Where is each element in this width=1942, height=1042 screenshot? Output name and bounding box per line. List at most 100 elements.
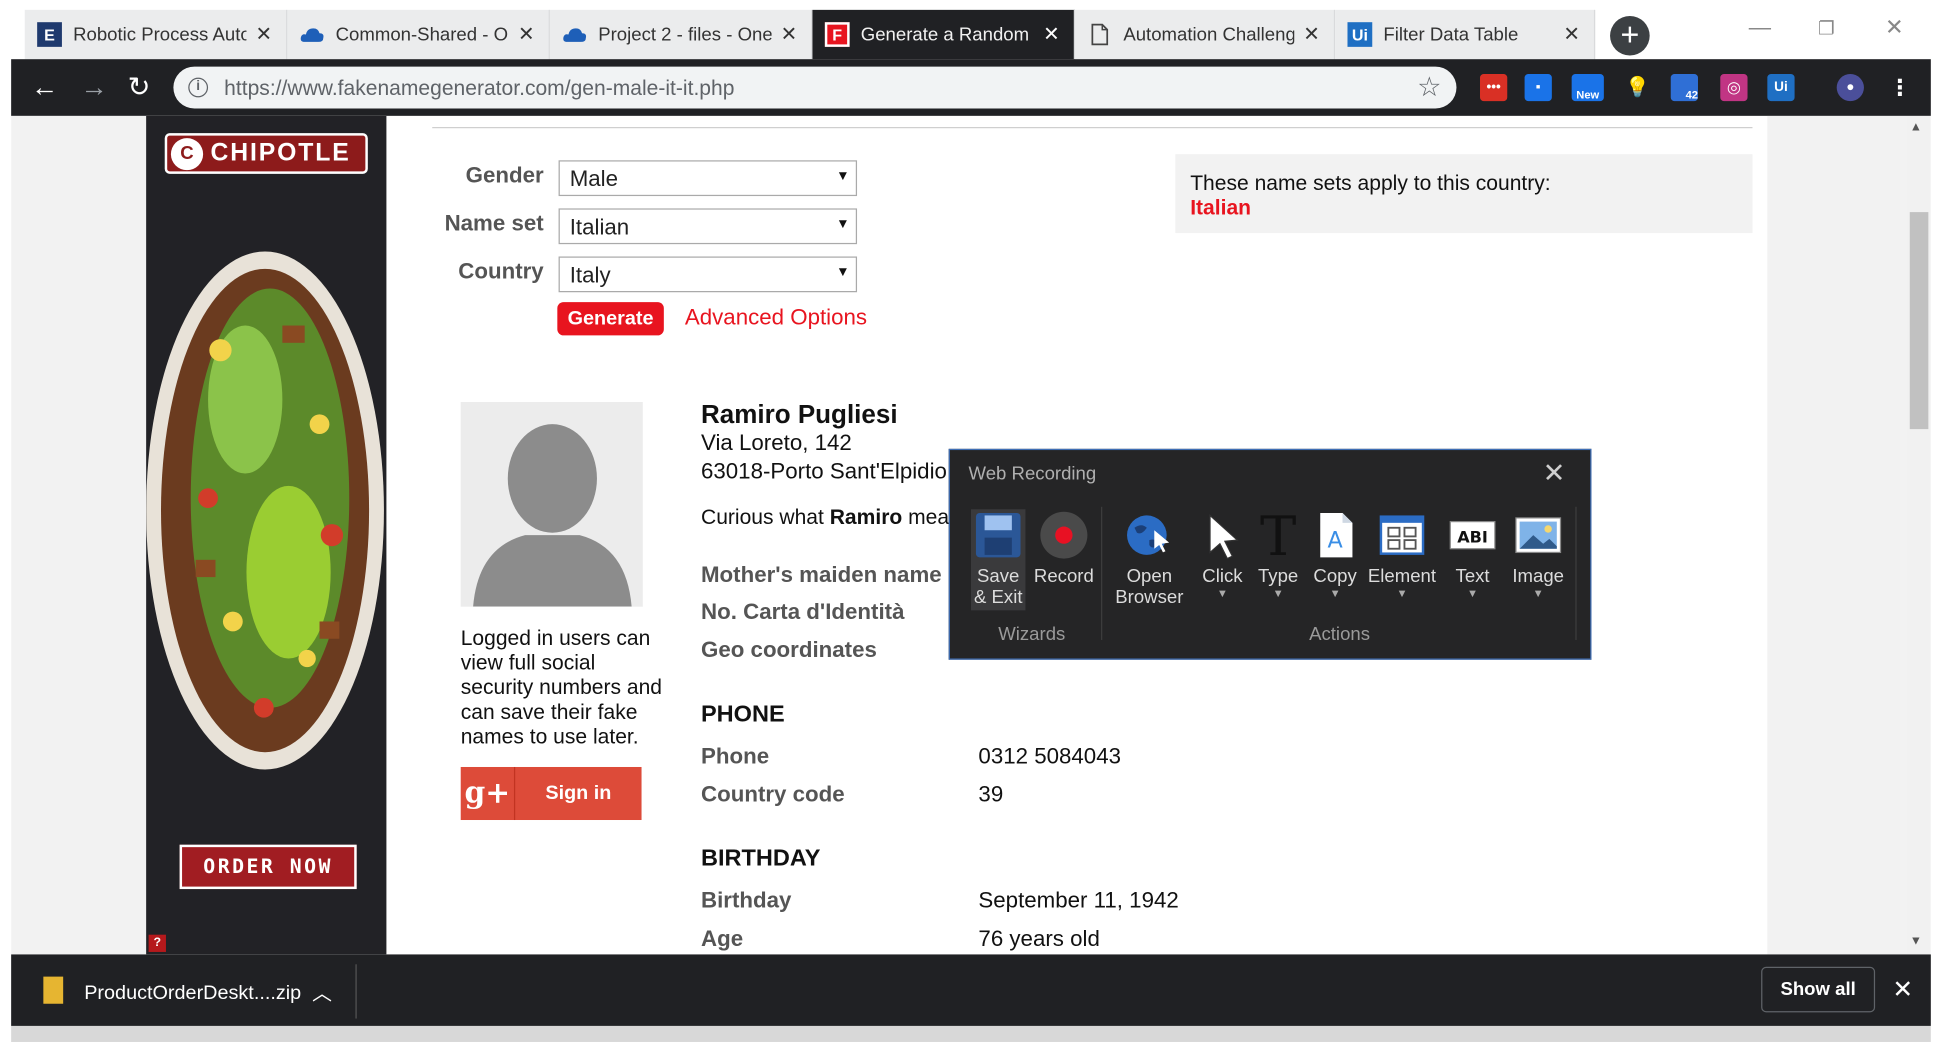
close-icon[interactable]: ✕	[1302, 22, 1322, 47]
info-icon[interactable]: i	[188, 77, 209, 98]
minimize-icon[interactable]: —	[1749, 15, 1771, 41]
tab-generate-random[interactable]: F Generate a Random ✕	[812, 9, 1076, 60]
address-bar[interactable]: i https://www.fakenamegenerator.com/gen-…	[173, 66, 1457, 109]
generate-button[interactable]: Generate	[557, 302, 664, 336]
tab-title: Robotic Process Auto	[73, 24, 247, 46]
restore-icon[interactable]: ❐	[1818, 17, 1835, 39]
mothers-maiden-name-label: Mother's maiden name	[700, 562, 942, 587]
phone-value: 0312 5084043	[978, 743, 1121, 769]
phone-heading: PHONE	[700, 701, 785, 728]
close-icon[interactable]: ✕	[1892, 974, 1913, 1005]
right-gutter	[1767, 115, 1907, 955]
click-button[interactable]: Click ▼	[1195, 509, 1249, 599]
tab-title: Common-Shared - O	[335, 24, 509, 46]
address-line-2: 63018-Porto Sant'Elpidio	[700, 458, 947, 484]
save-exit-button[interactable]: Save & Exit	[967, 509, 1029, 608]
onedrive-cloud-icon	[300, 22, 325, 47]
close-icon[interactable]: ✕	[1042, 22, 1062, 47]
close-icon[interactable]: ✕	[1562, 22, 1582, 47]
chevron-down-icon[interactable]: ▼	[1309, 587, 1361, 599]
bookmark-star-icon[interactable]: ☆	[1417, 72, 1441, 104]
image-button[interactable]: Image ▼	[1507, 509, 1569, 599]
document-icon	[1087, 22, 1112, 47]
record-icon	[1038, 509, 1090, 561]
close-icon[interactable]: ✕	[1543, 457, 1566, 489]
forward-arrow-icon[interactable]: →	[81, 72, 108, 104]
name-set-select[interactable]: Italian ▼	[558, 208, 858, 245]
scroll-down-icon[interactable]: ▼	[1910, 935, 1922, 949]
id-card-label: No. Carta d'Identità	[700, 599, 905, 624]
chipotle-ad[interactable]: C CHIPOTLE ORDER NOW	[146, 115, 387, 955]
extension-bulb-icon[interactable]: 💡	[1624, 74, 1651, 101]
name-set-info-box: These name sets apply to this country: I…	[1175, 154, 1753, 234]
chevron-down-icon[interactable]: ▼	[1444, 587, 1501, 599]
onedrive-cloud-icon	[562, 22, 587, 47]
chevron-down-icon[interactable]: ▼	[1507, 587, 1569, 599]
type-button[interactable]: T Type ▼	[1252, 509, 1304, 600]
country-code-label: Country code	[700, 781, 845, 807]
image-picture-icon	[1512, 509, 1564, 561]
extension-new-icon[interactable]: New	[1571, 73, 1604, 102]
url-text: https://www.fakenamegenerator.com/gen-ma…	[224, 76, 735, 100]
tab-project-2[interactable]: Project 2 - files - One ✕	[549, 9, 813, 60]
close-icon[interactable]: ✕	[779, 22, 799, 47]
uipath-logo-icon: Ui	[1347, 22, 1373, 47]
scroll-up-icon[interactable]: ▲	[1910, 121, 1922, 135]
text-button[interactable]: ABI Text ▼	[1444, 509, 1501, 599]
instagram-icon[interactable]: ◎	[1720, 73, 1748, 102]
tab-common-shared[interactable]: Common-Shared - O ✕	[287, 9, 550, 60]
close-icon[interactable]: ✕	[516, 22, 536, 47]
uipath-extension-icon[interactable]: Ui	[1767, 73, 1795, 102]
tab-filter-data-table[interactable]: Ui Filter Data Table ✕	[1335, 9, 1596, 60]
advanced-options-link[interactable]: Advanced Options	[685, 305, 867, 331]
extension-dots-icon[interactable]: •••	[1480, 73, 1508, 102]
menu-kebab-icon[interactable]: ⋮	[1886, 74, 1913, 101]
curious-text: Curious what Ramiro mea	[700, 505, 950, 529]
show-all-button[interactable]: Show all	[1761, 966, 1876, 1013]
e-logo-icon: E	[37, 22, 62, 47]
download-item[interactable]: ProductOrderDeskt....zip	[84, 983, 301, 1005]
svg-text:ABI: ABI	[1457, 528, 1488, 547]
order-now-button[interactable]: ORDER NOW	[179, 844, 357, 890]
window-close-icon[interactable]: ✕	[1885, 15, 1904, 41]
taskbar-strip	[11, 1025, 1931, 1042]
new-tab-button[interactable]: +	[1610, 16, 1650, 56]
chevron-down-icon[interactable]: ▼	[1195, 587, 1249, 599]
divider	[355, 964, 357, 1019]
scrollbar-thumb[interactable]	[1909, 212, 1929, 430]
ad-info-badge[interactable]: ?	[148, 934, 166, 952]
age-value: 76 years old	[978, 926, 1100, 951]
copy-button[interactable]: A Copy ▼	[1309, 509, 1361, 599]
profile-avatar[interactable]: ●	[1836, 73, 1864, 102]
phone-label: Phone	[700, 743, 770, 769]
info-name-set[interactable]: Italian	[1190, 196, 1251, 221]
panel-title: Web Recording	[968, 463, 1097, 485]
open-browser-button[interactable]: Open Browser	[1108, 509, 1190, 608]
record-button[interactable]: Record	[1032, 509, 1096, 587]
tab-title: Filter Data Table	[1383, 24, 1519, 46]
country-select[interactable]: Italy ▼	[558, 256, 858, 293]
chevron-down-icon[interactable]: ▼	[1252, 587, 1304, 599]
back-arrow-icon[interactable]: ←	[31, 72, 58, 104]
type-t-icon: T	[1252, 509, 1304, 561]
chevron-down-icon[interactable]: ▼	[1366, 587, 1438, 599]
browser-toolbar: ← → ↻ i https://www.fakenamegenerator.co…	[11, 59, 1931, 116]
extension-badge-icon[interactable]: 42	[1670, 73, 1698, 102]
tab-automation-challenge[interactable]: Automation Challeng ✕	[1075, 9, 1336, 60]
chevron-up-icon[interactable]: ︿	[312, 977, 332, 1007]
zip-file-icon	[43, 976, 64, 1004]
left-gutter	[11, 115, 147, 955]
copy-document-icon: A	[1309, 509, 1361, 561]
extension-square-icon[interactable]: ▪	[1524, 73, 1552, 102]
gender-select[interactable]: Male ▼	[558, 160, 858, 197]
reload-icon[interactable]: ↻	[128, 72, 151, 104]
name-set-label: Name set	[444, 210, 544, 236]
info-text: These name sets apply to this country:	[1190, 171, 1551, 195]
logged-in-note: Logged in users can view full social sec…	[460, 626, 663, 749]
tab-robotic-process[interactable]: E Robotic Process Auto ✕	[24, 9, 288, 60]
element-button[interactable]: Element ▼	[1366, 509, 1438, 599]
google-signin-button[interactable]: g+ Sign in	[460, 766, 642, 821]
close-icon[interactable]: ✕	[254, 22, 274, 47]
actions-group-label: Actions	[1309, 623, 1371, 645]
group-separator	[1101, 506, 1103, 640]
